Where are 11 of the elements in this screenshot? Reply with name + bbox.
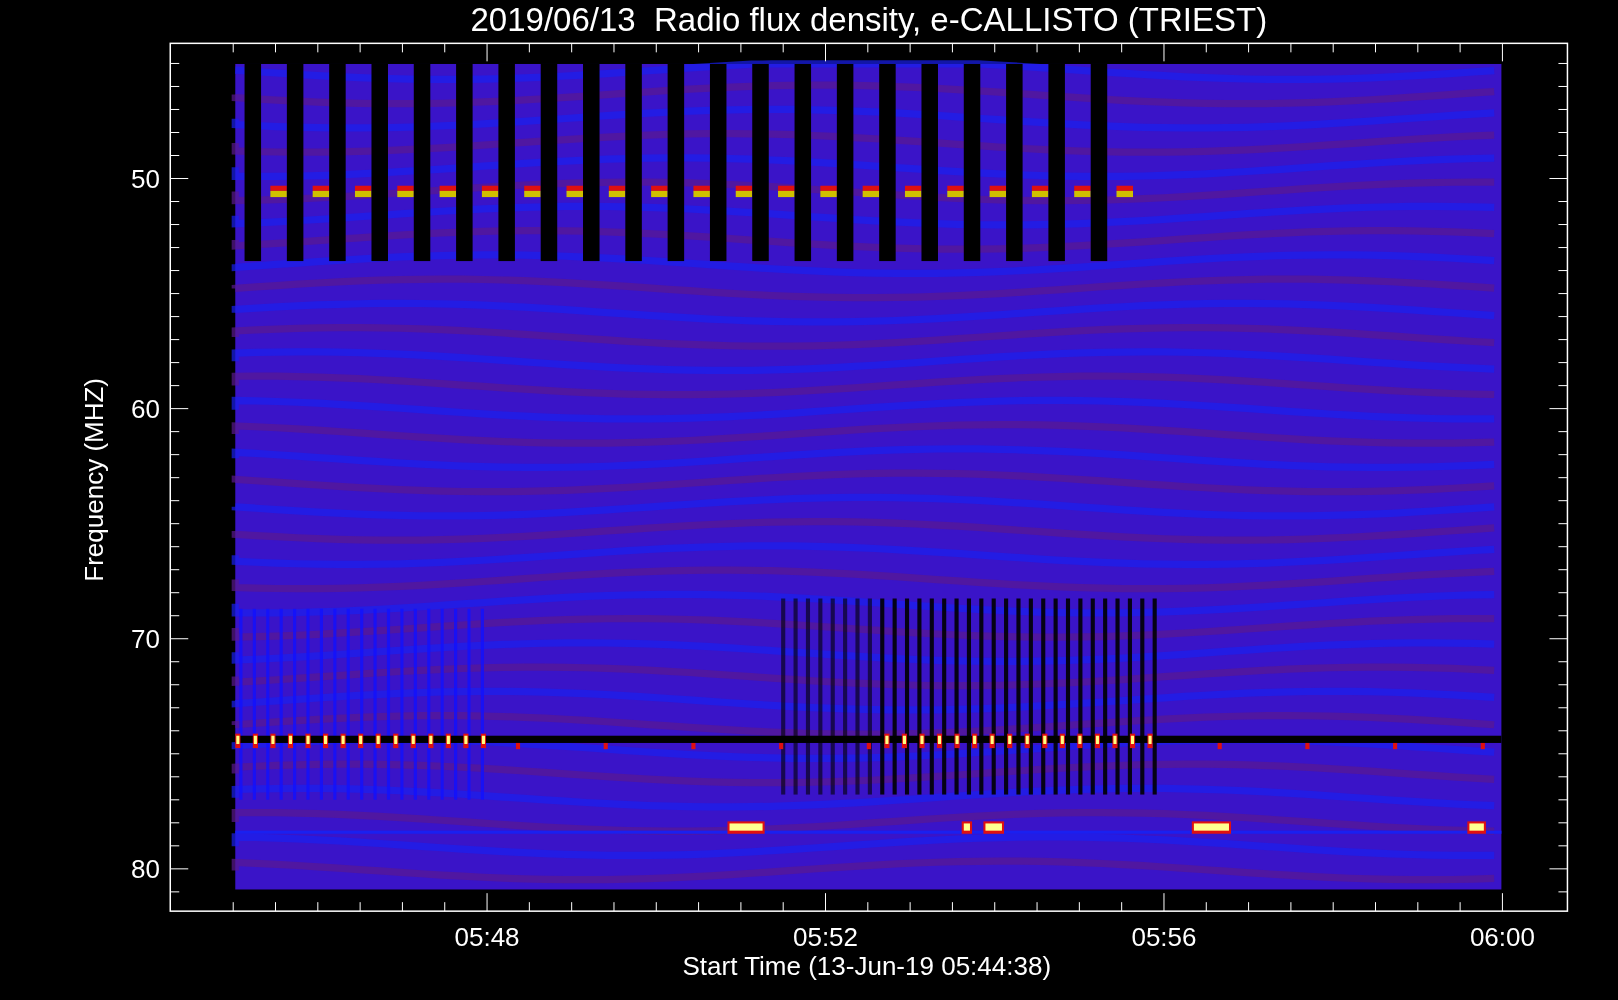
x-tick-label: 05:56: [1131, 922, 1197, 953]
y-tick-label: 70: [131, 623, 160, 654]
y-tick-label: 80: [131, 853, 160, 884]
x-tick-label: 06:00: [1469, 922, 1535, 953]
x-tick-label: 05:48: [454, 922, 520, 953]
y-tick-label: 60: [131, 393, 160, 424]
chart-title: 2019/06/13 Radio flux density, e-CALLISTO (TRIEST): [470, 0, 1268, 38]
y-tick-label: 50: [131, 163, 160, 194]
x-tick-label: 05:52: [792, 922, 859, 953]
y-axis-label: Frequency (MHZ): [79, 378, 110, 582]
x-axis-label: Start Time (13-Jun-19 05:44:38): [682, 951, 1052, 982]
